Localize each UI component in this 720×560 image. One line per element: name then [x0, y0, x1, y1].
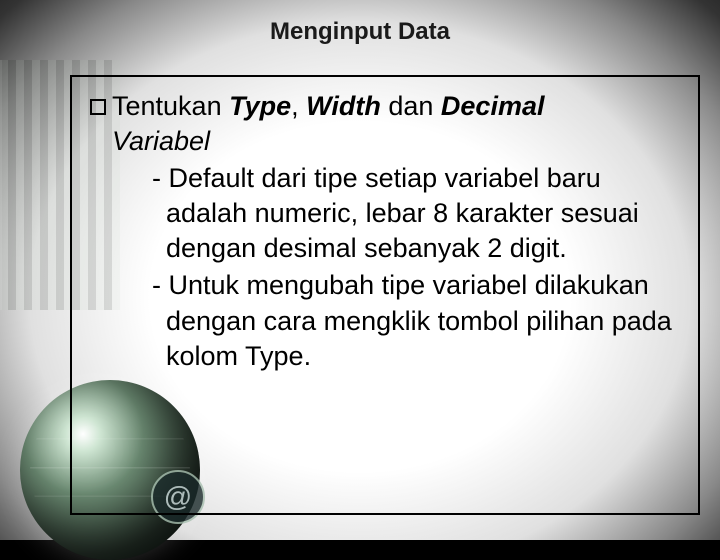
bullet-item: Tentukan Type, Width dan Decimal Variabe…	[90, 89, 680, 374]
bullet-heading-line2: Variabel	[112, 124, 680, 159]
sub-list: - Default dari tipe setiap variabel baru…	[112, 161, 680, 374]
term-type: Type	[229, 91, 291, 121]
mid: dan	[381, 91, 441, 121]
sub-item-1: - Default dari tipe setiap variabel baru…	[138, 161, 680, 266]
term-width: Width	[306, 91, 381, 121]
content-frame: Tentukan Type, Width dan Decimal Variabe…	[70, 75, 700, 515]
bullet-lead: Tentukan	[112, 91, 229, 121]
term-decimal: Decimal	[441, 91, 545, 121]
slide-title: Menginput Data	[0, 18, 720, 46]
square-bullet-icon	[90, 99, 106, 115]
sep: ,	[291, 91, 306, 121]
bullet-text-block: Tentukan Type, Width dan Decimal Variabe…	[112, 89, 680, 374]
bullet-heading: Tentukan Type, Width dan Decimal	[112, 89, 680, 124]
sub-item-2: - Untuk mengubah tipe variabel dilakukan…	[138, 268, 680, 373]
